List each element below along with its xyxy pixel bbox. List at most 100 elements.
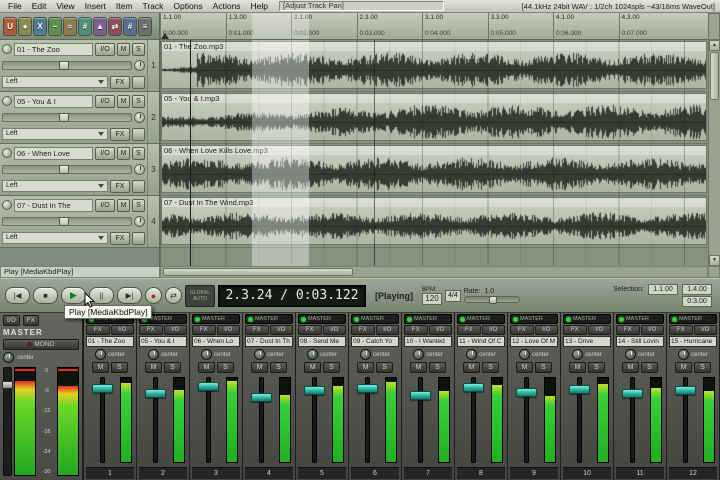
master-fx-button[interactable]: FX — [22, 315, 39, 326]
track-envelope-button[interactable] — [132, 179, 145, 193]
track-solo-button[interactable]: S — [132, 146, 145, 160]
track-panel[interactable]: 06 - When Love I/O M S Left FX 3 — [0, 144, 159, 196]
playrate-slider[interactable] — [463, 296, 520, 304]
strip-io-button[interactable]: I/O — [269, 325, 293, 335]
scroll-up-button[interactable]: ▲ — [709, 40, 720, 51]
strip-volume-fader[interactable] — [675, 385, 696, 395]
strip-solo-button[interactable]: S — [588, 362, 605, 373]
media-item[interactable]: 01 - The Zoo.mp3 — [161, 41, 707, 89]
selection-start[interactable]: 1.1.00 — [648, 284, 678, 295]
track-lane[interactable]: 07 - Dust In The Wind.mp3 — [160, 196, 708, 248]
strip-fx-button[interactable]: FX — [298, 325, 322, 335]
strip-io-button[interactable]: I/O — [428, 325, 452, 335]
mixer-strip[interactable]: MASTER FX I/O 07 - Dust In Th center M S — [243, 313, 296, 480]
transport-position-display[interactable]: 2.3.24 / 0:03.122 — [218, 284, 366, 307]
go-to-end-button[interactable]: ▶| — [117, 287, 142, 304]
track-solo-button[interactable]: S — [132, 42, 145, 56]
strip-solo-button[interactable]: S — [694, 362, 711, 373]
track-lane[interactable]: 05 - You & I.mp3 — [160, 92, 708, 144]
mixer-strip[interactable]: MASTER FX I/O 01 - The Zoo center M S 1 — [84, 313, 137, 480]
strip-mute-button[interactable]: M — [145, 362, 162, 373]
track-solo-button[interactable]: S — [132, 94, 145, 108]
strip-fx-button[interactable]: FX — [669, 325, 693, 335]
strip-track-name[interactable]: 12 - Love Of M — [510, 336, 558, 347]
track-mute-button[interactable]: M — [117, 146, 130, 160]
mixer-strip[interactable]: MASTER FX I/O 13 - Drive center M S 10 — [561, 313, 614, 480]
track-name-label[interactable]: 06 - When Love — [14, 146, 93, 160]
track-name-label[interactable]: 05 - You & I — [14, 94, 93, 108]
track-name-label[interactable]: 07 - Dust In The — [14, 198, 93, 212]
master-fader-handle[interactable] — [2, 380, 13, 389]
record-arm-button[interactable] — [2, 96, 12, 106]
strip-fx-button[interactable]: FX — [351, 325, 375, 335]
strip-mute-button[interactable]: M — [304, 362, 321, 373]
track-io-button[interactable]: I/O — [95, 94, 115, 108]
strip-volume-fader[interactable] — [304, 385, 325, 395]
master-send-button[interactable]: MASTER — [192, 314, 240, 324]
strip-fx-button[interactable]: FX — [457, 325, 481, 335]
strip-pan-knob[interactable] — [519, 349, 531, 360]
volume-fader-handle[interactable] — [59, 217, 70, 226]
time-signature[interactable]: 4/4 — [445, 289, 461, 302]
track-envelope-button[interactable] — [132, 127, 145, 141]
strip-track-name[interactable]: 09 - Catch Yo — [351, 336, 399, 347]
master-strip[interactable]: I/O FX MASTER MONO center 0 -6 -12 -18 -24 -3… — [0, 313, 84, 480]
strip-mute-button[interactable]: M — [516, 362, 533, 373]
volume-fader-handle[interactable] — [59, 61, 70, 70]
strip-io-button[interactable]: I/O — [375, 325, 399, 335]
master-send-button[interactable]: MASTER — [510, 314, 558, 324]
master-mono-button[interactable]: MONO — [3, 339, 79, 350]
master-io-button[interactable]: I/O — [3, 315, 20, 326]
strip-fx-button[interactable]: FX — [192, 325, 216, 335]
strip-solo-button[interactable]: S — [535, 362, 552, 373]
strip-solo-button[interactable]: S — [376, 362, 393, 373]
strip-volume-fader[interactable] — [357, 384, 378, 393]
track-volume-fader[interactable] — [2, 61, 132, 70]
strip-solo-button[interactable]: S — [217, 362, 234, 373]
master-send-button[interactable]: MASTER — [616, 314, 664, 324]
master-send-button[interactable]: MASTER — [245, 314, 293, 324]
strip-solo-button[interactable]: S — [641, 362, 658, 373]
strip-fx-button[interactable]: FX — [86, 325, 110, 335]
vertical-scroll-thumb[interactable] — [710, 52, 719, 100]
master-send-button[interactable]: MASTER — [351, 314, 399, 324]
scroll-down-button[interactable]: ▼ — [709, 255, 720, 266]
strip-pan-knob[interactable] — [95, 349, 107, 360]
selection-length[interactable]: 0:3.00 — [682, 296, 712, 307]
track-io-button[interactable]: I/O — [95, 146, 115, 160]
auto-crossfade-icon[interactable]: X — [33, 16, 47, 36]
track-fx-button[interactable]: FX — [110, 75, 130, 89]
strip-solo-button[interactable]: S — [164, 362, 181, 373]
menu-item[interactable]: View — [51, 1, 79, 11]
strip-track-name[interactable]: 06 - When Lo — [192, 336, 240, 347]
strip-fx-button[interactable]: FX — [616, 325, 640, 335]
strip-track-name[interactable]: 15 - Hurricane — [669, 336, 717, 347]
timeline-ruler[interactable]: 1.1.00 0:00.000 1.3.00 0:01.000 2.1.00 0… — [160, 13, 708, 40]
volume-fader-handle[interactable] — [59, 113, 70, 122]
strip-pan-knob[interactable] — [625, 349, 637, 360]
track-solo-button[interactable]: S — [132, 198, 145, 212]
track-panel[interactable]: 01 - The Zoo I/O M S Left FX 1 — [0, 40, 159, 92]
play-button[interactable]: ▶ — [61, 287, 86, 304]
strip-pan-knob[interactable] — [307, 349, 319, 360]
track-volume-fader[interactable] — [2, 113, 132, 122]
master-send-button[interactable]: MASTER — [404, 314, 452, 324]
track-panel[interactable]: 07 - Dust In The I/O M S Left FX 4 — [0, 196, 159, 248]
track-io-button[interactable]: I/O — [95, 42, 115, 56]
strip-track-name[interactable]: 08 - Send Me — [298, 336, 346, 347]
metronome-icon[interactable]: ▲ — [93, 16, 107, 36]
strip-volume-fader[interactable] — [622, 388, 643, 398]
track-fx-button[interactable]: FX — [110, 127, 130, 141]
track-envelope-button[interactable] — [132, 75, 145, 89]
strip-solo-button[interactable]: S — [111, 362, 128, 373]
track-pan-knob[interactable] — [134, 60, 145, 71]
strip-track-name[interactable]: 13 - Drive — [563, 336, 611, 347]
mixer-icon[interactable]: ≡ — [138, 16, 152, 36]
mixer-strip[interactable]: MASTER FX I/O 11 - Wind Of C center M S — [455, 313, 508, 480]
strip-io-button[interactable]: I/O — [534, 325, 558, 335]
grid-icon[interactable]: # — [123, 16, 137, 36]
strip-pan-knob[interactable] — [572, 349, 584, 360]
volume-fader-handle[interactable] — [59, 165, 70, 174]
menu-item[interactable]: Help — [246, 1, 273, 11]
strip-io-button[interactable]: I/O — [322, 325, 346, 335]
